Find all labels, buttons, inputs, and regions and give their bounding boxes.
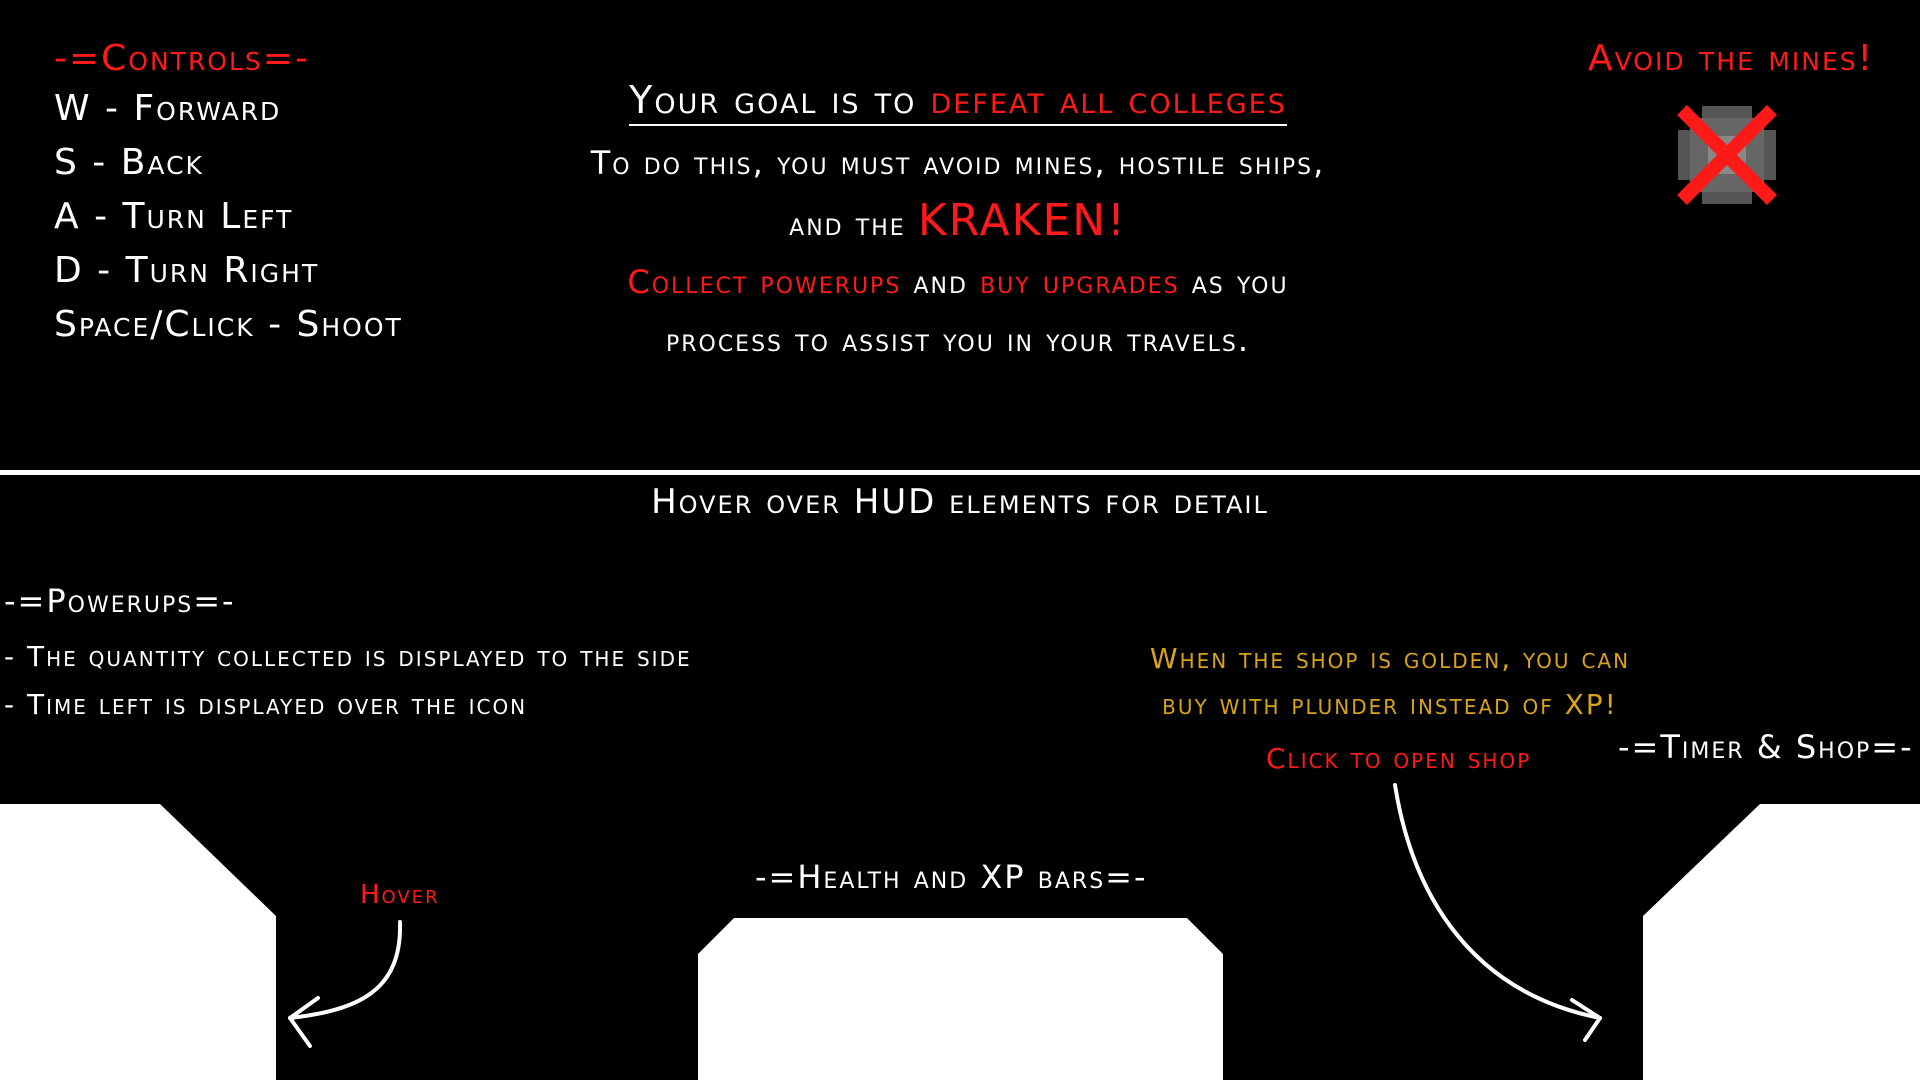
- collect-powerups-text: Collect powerups: [627, 263, 902, 301]
- timer-shop-title: -=Timer & Shop=-: [1618, 728, 1914, 766]
- goal-highlight: defeat all colleges: [930, 78, 1287, 122]
- kraken-text: KRAKEN!: [917, 195, 1127, 246]
- powerup-info-time: - Time left is displayed over the icon: [4, 688, 528, 721]
- hover-arrow-icon: [288, 920, 403, 1048]
- goal-prefix: Your goal is to: [629, 78, 931, 122]
- mine-crossed-icon: [1677, 105, 1777, 205]
- hud-health-xp-panel[interactable]: [698, 918, 1223, 1080]
- hud-hint: Hover over HUD elements for detail: [651, 482, 1269, 522]
- shop-note-line-2: buy with plunder instead of XP!: [1162, 688, 1618, 721]
- health-xp-title: -=Health and XP bars=-: [755, 858, 1148, 896]
- hud-timer-shop-panel[interactable]: [1643, 804, 1920, 1080]
- control-shoot: Space/Click - Shoot: [54, 304, 403, 345]
- section-divider: [0, 470, 1920, 475]
- goal-block: Your goal is to defeat all colleges To d…: [548, 78, 1368, 369]
- goal-line-4-suffix: as you: [1179, 263, 1289, 301]
- goal-line-2: To do this, you must avoid mines, hostil…: [590, 144, 1326, 182]
- tutorial-screen: -=Controls=- W - Forward S - Back A - Tu…: [0, 0, 1920, 1080]
- goal-line-5: process to assist you in your travels.: [665, 321, 1251, 359]
- goal-line-4-and: and: [901, 263, 981, 301]
- buy-upgrades-text: buy upgrades: [980, 263, 1180, 301]
- control-back: S - Back: [54, 142, 204, 183]
- mines-warning: Avoid the mines!: [1588, 38, 1875, 79]
- hud-powerups-panel[interactable]: [0, 804, 276, 1080]
- goal-line-3: and the KRAKEN!: [548, 192, 1368, 253]
- control-turn-right: D - Turn Right: [54, 250, 320, 291]
- goal-line-3-prefix: and the: [789, 205, 918, 243]
- goal-heading: Your goal is to defeat all colleges: [629, 78, 1287, 126]
- hover-label: Hover: [360, 880, 440, 910]
- shop-arrow-icon: [1393, 783, 1602, 1042]
- goal-line-4: Collect powerups and buy upgrades as you: [548, 253, 1368, 311]
- controls-title: -=Controls=-: [54, 38, 310, 79]
- shop-click-label: Click to open shop: [1266, 742, 1532, 775]
- powerup-info-quantity: - The quantity collected is displayed to…: [4, 640, 692, 673]
- shop-note-line-1: When the shop is golden, you can: [1149, 642, 1631, 675]
- control-turn-left: A - Turn Left: [54, 196, 294, 237]
- powerups-title: -=Powerups=-: [4, 582, 236, 620]
- control-forward: W - Forward: [54, 88, 282, 129]
- shop-golden-note: When the shop is golden, you can buy wit…: [1140, 636, 1640, 728]
